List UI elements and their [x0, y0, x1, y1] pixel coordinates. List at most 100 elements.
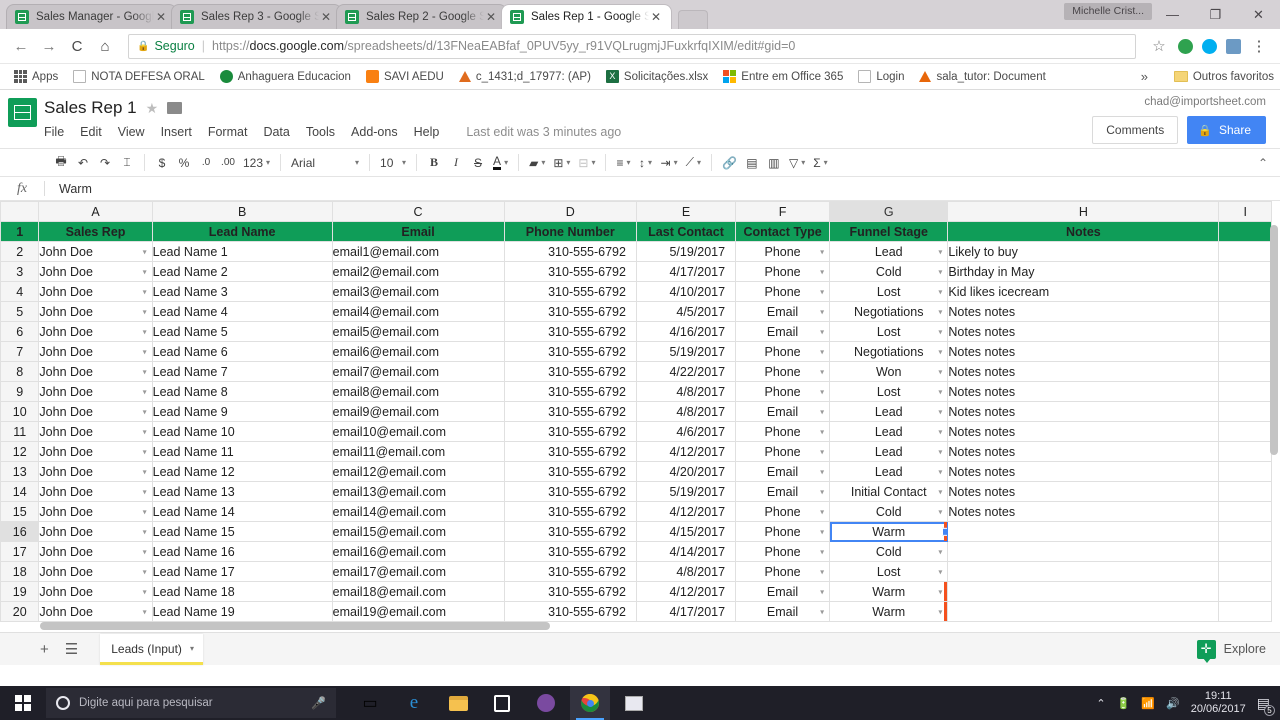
- taskbar-clock[interactable]: 19:11 20/06/2017: [1191, 690, 1246, 716]
- row-header-9[interactable]: 9: [0, 381, 40, 402]
- cell-lead-name[interactable]: Lead Name 7: [151, 361, 333, 382]
- network-icon[interactable]: 📶: [1141, 697, 1155, 710]
- add-sheet-icon[interactable]: +: [40, 641, 49, 658]
- cell-notes[interactable]: Kid likes icecream: [947, 281, 1220, 302]
- increase-decimal-icon[interactable]: .00: [217, 152, 239, 174]
- cell-funnel-stage[interactable]: Lead: [829, 461, 949, 482]
- percent-format-icon[interactable]: %: [173, 152, 195, 174]
- cell-funnel-stage[interactable]: Cold: [829, 541, 949, 562]
- cell-last-contact[interactable]: 4/6/2017: [635, 421, 737, 442]
- cell-empty[interactable]: [1218, 501, 1272, 522]
- cell-last-contact[interactable]: 5/19/2017: [635, 341, 737, 362]
- cell-notes[interactable]: Notes notes: [947, 421, 1220, 442]
- cell-email[interactable]: email8@email.com: [331, 381, 505, 402]
- cell-funnel-stage[interactable]: Lost: [829, 561, 949, 582]
- cell-funnel-stage[interactable]: Negotiations: [829, 301, 949, 322]
- column-header-c[interactable]: C: [331, 201, 505, 222]
- header-cell-contact-type[interactable]: Contact Type: [735, 221, 831, 242]
- horizontal-align-button[interactable]: ≡ ▾: [612, 152, 634, 174]
- cell-sales-rep[interactable]: John Doe: [38, 601, 153, 622]
- cell-funnel-stage[interactable]: Lead: [829, 241, 949, 262]
- more-formats-button[interactable]: 123 ▾: [239, 152, 274, 174]
- column-header-a[interactable]: A: [38, 201, 153, 222]
- cell-sales-rep[interactable]: John Doe: [38, 541, 153, 562]
- header-cell-phone-number[interactable]: Phone Number: [503, 221, 637, 242]
- row-header-19[interactable]: 19: [0, 581, 40, 602]
- cell-email[interactable]: email16@email.com: [331, 541, 505, 562]
- skype-extension-icon[interactable]: [1198, 35, 1220, 57]
- cell-phone-number[interactable]: 310-555-6792: [503, 321, 637, 342]
- cell-funnel-stage[interactable]: Cold: [829, 261, 949, 282]
- bookmark-login[interactable]: Login: [852, 68, 910, 85]
- cell-last-contact[interactable]: 4/10/2017: [635, 281, 737, 302]
- taskbar-search-input[interactable]: Digite aqui para pesquisar 🎤: [46, 688, 336, 718]
- cell-email[interactable]: email14@email.com: [331, 501, 505, 522]
- cell-funnel-stage[interactable]: Lost: [829, 321, 949, 342]
- cell-notes[interactable]: Notes notes: [947, 441, 1220, 462]
- cell-contact-type[interactable]: Phone: [735, 541, 831, 562]
- cell-lead-name[interactable]: Lead Name 19: [151, 601, 333, 622]
- cell-lead-name[interactable]: Lead Name 12: [151, 461, 333, 482]
- cell-email[interactable]: email13@email.com: [331, 481, 505, 502]
- menu-edit[interactable]: Edit: [80, 125, 102, 139]
- cell-contact-type[interactable]: Email: [735, 321, 831, 342]
- cell-sales-rep[interactable]: John Doe: [38, 401, 153, 422]
- explore-button[interactable]: ✛ Explore: [1196, 639, 1266, 663]
- cell-contact-type[interactable]: Phone: [735, 341, 831, 362]
- cell-last-contact[interactable]: 4/5/2017: [635, 301, 737, 322]
- cell-empty[interactable]: [1218, 281, 1272, 302]
- cell-email[interactable]: email2@email.com: [331, 261, 505, 282]
- text-rotation-button[interactable]: ⟋ ▾: [682, 152, 705, 174]
- cell-email[interactable]: email5@email.com: [331, 321, 505, 342]
- cell-lead-name[interactable]: Lead Name 13: [151, 481, 333, 502]
- cell-empty[interactable]: [1218, 341, 1272, 362]
- cell-lead-name[interactable]: Lead Name 4: [151, 301, 333, 322]
- cell-email[interactable]: email9@email.com: [331, 401, 505, 422]
- cell-notes[interactable]: Notes notes: [947, 341, 1220, 362]
- sheet-tab-leads-input[interactable]: Leads (Input) ▾: [100, 633, 203, 665]
- insert-chart-icon[interactable]: ▥: [763, 152, 785, 174]
- row-header-2[interactable]: 2: [0, 241, 40, 262]
- row-header-18[interactable]: 18: [0, 561, 40, 582]
- cell-contact-type[interactable]: Email: [735, 301, 831, 322]
- cell-phone-number[interactable]: 310-555-6792: [503, 421, 637, 442]
- cell-empty[interactable]: [1218, 461, 1272, 482]
- currency-format-icon[interactable]: $: [151, 152, 173, 174]
- cell-phone-number[interactable]: 310-555-6792: [503, 301, 637, 322]
- print-icon[interactable]: 🖶: [50, 152, 72, 174]
- row-header-12[interactable]: 12: [0, 441, 40, 462]
- cell-notes[interactable]: Notes notes: [947, 461, 1220, 482]
- cell-lead-name[interactable]: Lead Name 8: [151, 381, 333, 402]
- browser-tab-2[interactable]: Sales Rep 3 - Google She ✕: [171, 4, 342, 29]
- cell-notes[interactable]: [947, 581, 1220, 602]
- cell-contact-type[interactable]: Email: [735, 461, 831, 482]
- browser-tab-3[interactable]: Sales Rep 2 - Google She ✕: [336, 4, 507, 29]
- header-cell-sales-rep[interactable]: Sales Rep: [38, 221, 153, 242]
- cell-notes[interactable]: Notes notes: [947, 321, 1220, 342]
- other-bookmarks-folder[interactable]: Outros favoritos: [1173, 71, 1274, 83]
- cell-email[interactable]: email12@email.com: [331, 461, 505, 482]
- collapse-toolbar-icon[interactable]: ⌃: [1258, 156, 1268, 170]
- cell-contact-type[interactable]: Phone: [735, 261, 831, 282]
- cell-sales-rep[interactable]: John Doe: [38, 241, 153, 262]
- cell-lead-name[interactable]: Lead Name 11: [151, 441, 333, 462]
- cell-empty[interactable]: [1218, 241, 1272, 262]
- menu-file[interactable]: File: [44, 125, 64, 139]
- bookmark-office365[interactable]: Entre em Office 365: [717, 68, 849, 85]
- cell-lead-name[interactable]: Lead Name 3: [151, 281, 333, 302]
- cell-contact-type[interactable]: Phone: [735, 441, 831, 462]
- address-bar[interactable]: 🔒 Seguro | https://docs.google.com/sprea…: [128, 33, 1136, 59]
- browser-tab-1[interactable]: Sales Manager - Google ✕: [6, 4, 177, 29]
- cell-contact-type[interactable]: Phone: [735, 241, 831, 262]
- cell-email[interactable]: email17@email.com: [331, 561, 505, 582]
- bookmark-savi-aedu[interactable]: SAVI AEDU: [360, 68, 450, 85]
- cell-phone-number[interactable]: 310-555-6792: [503, 561, 637, 582]
- cell-notes[interactable]: Notes notes: [947, 481, 1220, 502]
- bookmarks-overflow-icon[interactable]: »: [1141, 69, 1148, 84]
- cell-empty[interactable]: [1218, 521, 1272, 542]
- edge-icon[interactable]: e: [394, 686, 434, 720]
- scrollbar-thumb[interactable]: [40, 622, 550, 630]
- cell-phone-number[interactable]: 310-555-6792: [503, 461, 637, 482]
- row-header-8[interactable]: 8: [0, 361, 40, 382]
- cell-notes[interactable]: [947, 541, 1220, 562]
